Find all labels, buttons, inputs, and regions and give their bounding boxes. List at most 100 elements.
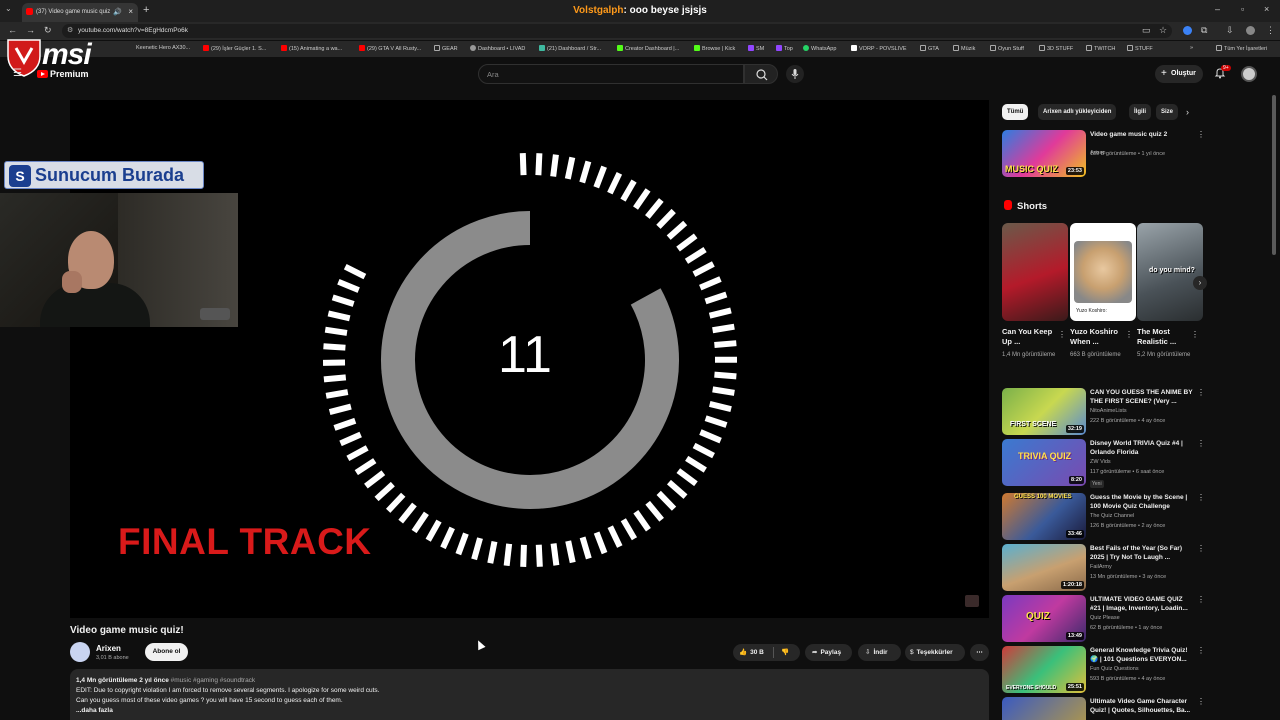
window-close-icon[interactable]: × (1264, 4, 1269, 14)
thumbs-up-icon[interactable]: 👍 (739, 649, 747, 656)
bookmark-folder[interactable]: 3D STUFF (1039, 45, 1073, 52)
shorts-next-button[interactable]: › (1193, 276, 1207, 290)
bookmark-item[interactable]: SM (748, 45, 764, 52)
video-thumbnail[interactable]: GUESS 100 MOVIES 33:46 (1002, 493, 1086, 540)
bookmark-folder[interactable]: GTA (920, 45, 939, 52)
video-title[interactable]: Ultimate Video Game Character Quiz! | Qu… (1090, 697, 1194, 715)
list-item[interactable]: GUESS 100 MOVIES 33:46 Guess the Movie b… (1002, 493, 1207, 543)
more-actions-icon[interactable]: ⋯ (970, 644, 989, 661)
more-options-icon[interactable]: ⋮ (1197, 130, 1205, 139)
channel-name[interactable]: Arixen (96, 644, 121, 653)
more-options-icon[interactable]: ⋮ (1191, 330, 1199, 339)
youtube-premium-logo[interactable]: Premium (37, 69, 89, 79)
cast-icon[interactable]: ▭ (1142, 25, 1151, 36)
more-options-icon[interactable]: ⋮ (1197, 544, 1205, 553)
video-title[interactable]: ULTIMATE VIDEO GAME QUIZ #21 | Image, In… (1090, 595, 1194, 613)
list-item[interactable]: EVERYONE SHOULD 25:51 General Knowledge … (1002, 646, 1207, 696)
chip-from-uploader[interactable]: Arixen adlı yükleyiciden (1038, 104, 1117, 120)
page-scrollbar[interactable] (1272, 95, 1276, 255)
url-field[interactable]: ⚙ youtube.com/watch?v=8EgHdcmPo6k (62, 24, 1172, 38)
more-options-icon[interactable]: ⋮ (1197, 646, 1205, 655)
bookmark-item[interactable]: Creator Dashboard |... (617, 45, 679, 52)
bookmark-folder[interactable]: STUFF (1127, 45, 1153, 52)
short-title[interactable]: The Most Realistic ... (1137, 327, 1195, 347)
more-options-icon[interactable]: ⋮ (1197, 595, 1205, 604)
chip-related[interactable]: İlgili (1129, 104, 1151, 120)
more-options-icon[interactable]: ⋮ (1197, 697, 1205, 706)
more-options-icon[interactable]: ⋮ (1197, 439, 1205, 448)
all-bookmarks-folder[interactable]: Tüm Yer İşaretleri (1216, 45, 1267, 52)
list-item[interactable]: MUSIC QUIZ 23:53 Video game music quiz 2… (1002, 130, 1207, 180)
video-title[interactable]: Best Fails of the Year (So Far) 2025 | T… (1090, 544, 1194, 562)
more-options-icon[interactable]: ⋮ (1125, 330, 1133, 339)
channel-avatar[interactable] (70, 642, 90, 662)
bookmarks-overflow-icon[interactable]: » (1190, 45, 1193, 51)
short-thumbnail[interactable]: do you mind? (1137, 223, 1203, 321)
short-thumbnail[interactable] (1002, 223, 1068, 321)
list-item[interactable]: Ultimate Video Game Character Quiz! | Qu… (1002, 697, 1207, 720)
subscribe-button[interactable]: Abone ol (145, 643, 188, 661)
profile-icon[interactable] (1246, 26, 1255, 35)
create-button[interactable]: + Oluştur (1155, 65, 1203, 83)
description-box[interactable]: 1,4 Mn görüntüleme 2 yıl önce #music #ga… (70, 669, 989, 720)
bookmark-item[interactable]: (21) Dashboard / Str... (539, 45, 601, 52)
bookmark-item[interactable]: Top (776, 45, 793, 52)
bookmark-star-icon[interactable]: ☆ (1159, 25, 1167, 36)
channel-name[interactable]: NitoAnimeLists (1090, 408, 1127, 414)
more-options-icon[interactable]: ⋮ (1197, 388, 1205, 397)
video-thumbnail[interactable]: FIRST SCENE 32:19 (1002, 388, 1086, 435)
video-thumbnail[interactable]: QUIZ 13:49 (1002, 595, 1086, 642)
maximize-icon[interactable]: ▫ (1241, 4, 1244, 14)
video-thumbnail[interactable]: TRIVIA QUIZ 8:20 (1002, 439, 1086, 486)
channel-name[interactable]: Quiz Please (1090, 615, 1120, 621)
chip-for-you[interactable]: Size (1156, 104, 1179, 120)
bookmark-item[interactable]: Keenetic Hero AX30... (136, 45, 190, 51)
video-thumbnail[interactable]: MUSIC QUIZ 23:53 (1002, 130, 1086, 177)
bookmark-item[interactable]: (29) GTA V All Rusty... (359, 45, 421, 52)
share-button[interactable]: ➦ Paylaş (805, 644, 852, 661)
video-title[interactable]: Guess the Movie by the Scene | 100 Movie… (1090, 493, 1194, 511)
video-thumbnail[interactable] (1002, 697, 1086, 720)
downloads-icon[interactable]: ⇩ (1226, 25, 1234, 36)
short-title[interactable]: Yuzo Koshiro When ... (1070, 327, 1128, 347)
account-avatar[interactable] (1241, 66, 1257, 82)
video-thumbnail[interactable]: 1:20:18 (1002, 544, 1086, 591)
search-input[interactable]: Ara (478, 64, 744, 84)
bookmark-item[interactable]: Dashboard • LIVAD (470, 45, 525, 52)
list-item[interactable]: TRIVIA QUIZ 8:20 Disney World TRIVIA Qui… (1002, 439, 1207, 489)
minimize-icon[interactable]: – (1215, 4, 1220, 14)
video-title[interactable]: Video game music quiz 2 (1090, 130, 1194, 139)
like-count[interactable]: 30 B (750, 649, 764, 656)
hashtags[interactable]: #music #gaming #soundtrack (171, 677, 256, 684)
short-thumbnail[interactable]: Yuzo Koshiro: (1070, 223, 1136, 321)
video-player[interactable]: 11 FINAL TRACK (70, 100, 989, 618)
list-item[interactable]: 1:20:18 Best Fails of the Year (So Far) … (1002, 544, 1207, 594)
bookmark-folder[interactable]: GEAR (434, 45, 458, 52)
bookmark-folder[interactable]: Oyun Stuff (990, 45, 1024, 52)
extensions-puzzle-icon[interactable]: ⧉ (1201, 25, 1207, 36)
video-title[interactable]: CAN YOU GUESS THE ANIME BY THE FIRST SCE… (1090, 388, 1194, 406)
more-options-icon[interactable]: ⋮ (1058, 330, 1066, 339)
channel-name[interactable]: Fun Quiz Questions (1090, 666, 1139, 672)
chip-all[interactable]: Tümü (1002, 104, 1029, 120)
menu-icon[interactable]: ☰ (13, 68, 22, 79)
search-button[interactable] (744, 64, 778, 84)
extension-icon[interactable] (1183, 26, 1192, 35)
bookmark-item[interactable]: (15) Animating a wa... (281, 45, 342, 52)
bookmark-item[interactable]: (29) İşler Güçler 1. S... (203, 45, 266, 52)
short-title[interactable]: Can You Keep Up ... (1002, 327, 1060, 347)
voice-search-button[interactable] (786, 65, 804, 83)
thanks-button[interactable]: $ Teşekkürler (905, 644, 965, 661)
video-title[interactable]: General Knowledge Trivia Quiz! 🌍 | 101 Q… (1090, 646, 1194, 664)
channel-name[interactable]: The Quiz Channel (1090, 513, 1134, 519)
site-info-icon[interactable]: ⚙ (67, 26, 73, 34)
bookmark-folder[interactable]: TWITCH (1086, 45, 1115, 52)
download-button[interactable]: ⇩ İndir (858, 644, 901, 661)
video-thumbnail[interactable]: EVERYONE SHOULD 25:51 (1002, 646, 1086, 693)
bookmark-folder[interactable]: Müzik (953, 45, 975, 52)
video-title[interactable]: Disney World TRIVIA Quiz #4 | Orlando Fl… (1090, 439, 1194, 457)
show-more-link[interactable]: ...daha fazla (76, 706, 983, 716)
bookmark-item[interactable]: VORP - POVSLIVE (851, 45, 907, 52)
thumbs-down-icon[interactable]: 👎 (781, 644, 789, 661)
bookmark-item[interactable]: Browse | Kick (694, 45, 735, 52)
